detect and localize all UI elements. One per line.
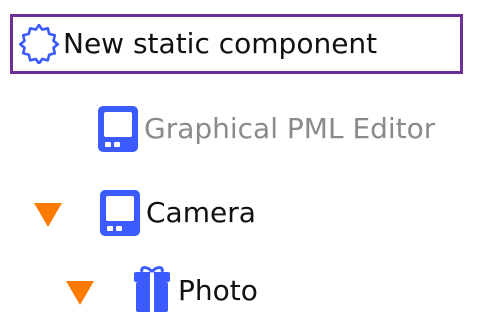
device-icon xyxy=(96,104,140,154)
gear-outline-icon xyxy=(19,24,59,64)
gift-icon xyxy=(130,266,174,316)
tree-item-photo[interactable]: Photo xyxy=(62,262,258,320)
expanded-triangle-icon[interactable] xyxy=(62,273,98,309)
expanded-triangle-icon[interactable] xyxy=(30,195,66,231)
tree-item-label: Photo xyxy=(178,274,258,307)
device-icon xyxy=(98,188,142,238)
component-tree: New static component Graphical PML Edito… xyxy=(0,0,494,312)
tree-item-label: Graphical PML Editor xyxy=(144,112,436,145)
tree-item-camera[interactable]: Camera xyxy=(30,184,256,242)
tree-item-label: Camera xyxy=(146,196,256,229)
tree-item-graphical-pml-editor[interactable]: Graphical PML Editor xyxy=(96,100,435,158)
new-static-component-label: New static component xyxy=(63,27,378,60)
new-static-component-item[interactable]: New static component xyxy=(10,14,463,74)
